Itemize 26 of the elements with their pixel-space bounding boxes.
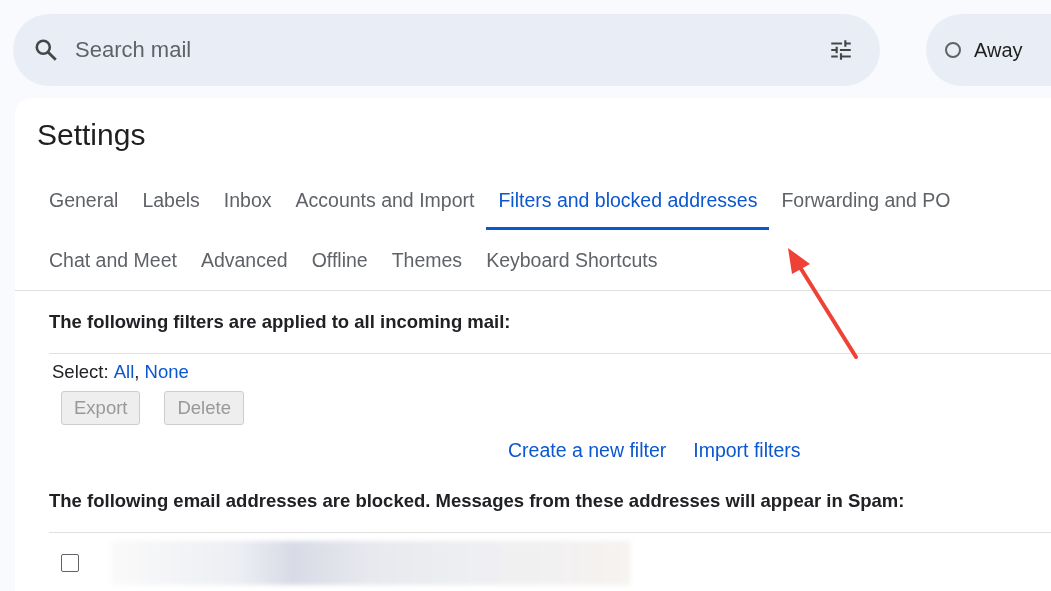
settings-tab[interactable]: Accounts and Import [283,170,487,230]
settings-tab[interactable]: Advanced [188,230,300,290]
select-label: Select: [52,361,110,383]
settings-tab[interactable]: Offline [299,230,380,290]
page-title: Settings [36,117,147,153]
settings-tab[interactable]: Chat and Meet [37,230,189,290]
settings-tab[interactable]: Filters and blocked addresses [486,170,770,230]
section-heading: The following email addresses are blocked. Messages from these addresses will appear in Spam: [48,489,905,513]
select-link[interactable]: None [144,361,189,383]
status-button[interactable]: Away [926,14,1051,86]
search-bar[interactable]: Search mail [13,14,880,86]
settings-tab[interactable]: Themes [379,230,475,290]
settings-tab[interactable]: Labels [130,170,212,230]
settings-tab[interactable]: Inbox [211,170,284,230]
comma-separator: , [134,361,141,383]
search-field[interactable]: Search mail [73,36,812,64]
filter-link[interactable]: Import filters [693,439,801,462]
circle-icon [944,41,962,59]
filter-link[interactable]: Create a new filter [508,439,667,462]
settings-tab[interactable]: General [37,170,131,230]
section-heading: The following filters are applied to all incoming mail: [48,310,511,334]
settings-tab[interactable]: Forwarding and PO [769,170,963,230]
select-link[interactable]: All [113,361,135,383]
row-checkbox[interactable] [61,554,79,572]
search-icon[interactable] [33,37,59,63]
settings-tab[interactable]: Keyboard Shortcuts [474,230,670,290]
